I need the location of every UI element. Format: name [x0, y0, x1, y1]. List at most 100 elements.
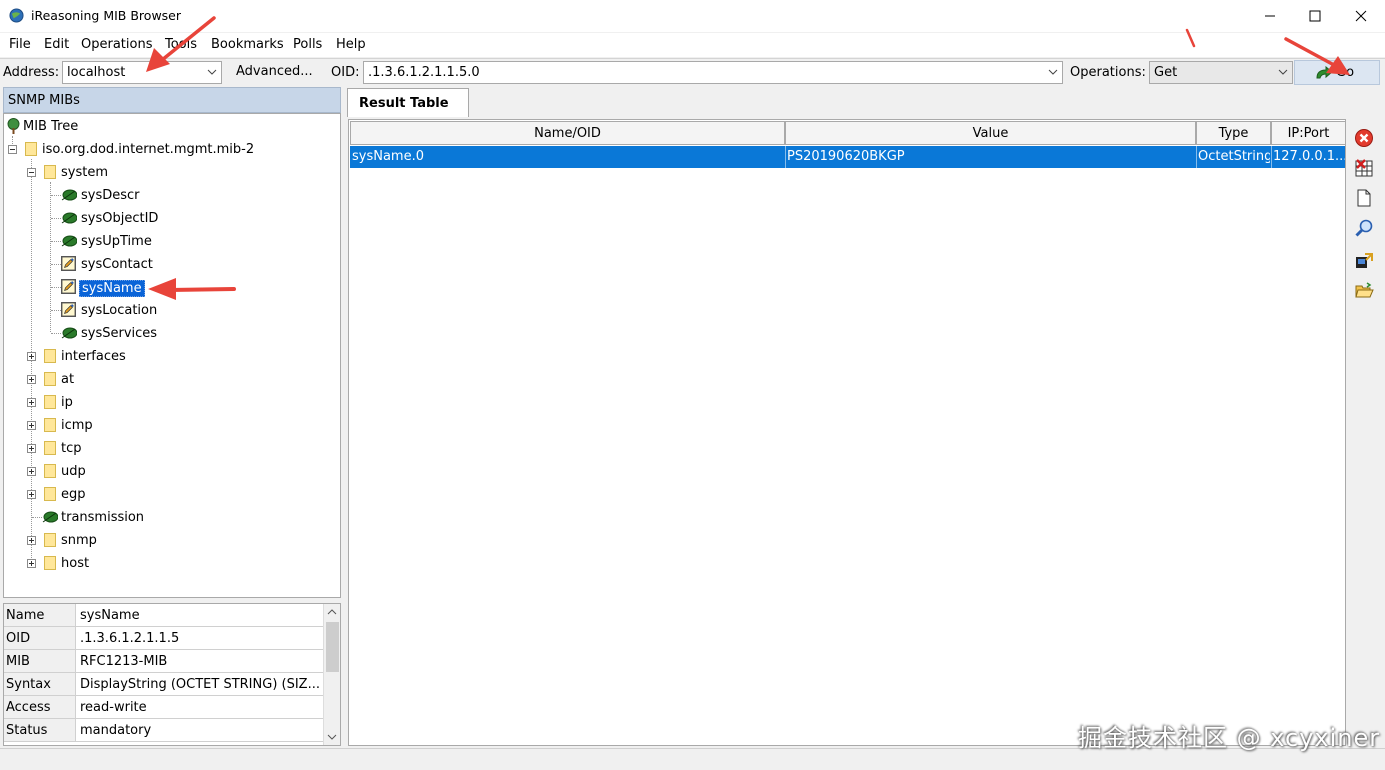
- expand-icon: [27, 559, 36, 568]
- tree-node-sysname[interactable]: sysName: [4, 278, 204, 298]
- folder-icon: [25, 142, 37, 156]
- tree-node-sysdescr[interactable]: sysDescr: [4, 186, 204, 206]
- tab-result-table[interactable]: Result Table: [347, 88, 469, 117]
- tree-node-interfaces[interactable]: interfaces: [4, 347, 204, 367]
- chevron-up-icon: [327, 609, 337, 615]
- folder-icon: [44, 556, 56, 570]
- stop-icon[interactable]: [1354, 128, 1374, 148]
- property-value: DisplayString (OCTET STRING) (SIZ...: [80, 677, 320, 692]
- folder-icon: [44, 165, 56, 179]
- menu-edit[interactable]: Edit: [44, 37, 69, 52]
- column-header-value[interactable]: Value: [785, 121, 1196, 145]
- tree-node-transmission[interactable]: transmission: [4, 508, 204, 528]
- tree-node-sysuptime[interactable]: sysUpTime: [4, 232, 204, 252]
- tree-icon: [7, 118, 20, 134]
- menu-polls[interactable]: Polls: [293, 37, 322, 52]
- address-value: localhost: [67, 65, 126, 80]
- leaf-icon: [61, 327, 77, 339]
- operations-select[interactable]: Get: [1149, 61, 1293, 84]
- properties-scrollbar[interactable]: [323, 604, 340, 745]
- chevron-down-icon: [327, 734, 337, 740]
- column-header-name-oid[interactable]: Name/OID: [350, 121, 785, 145]
- property-value: read-write: [80, 700, 147, 715]
- folder-icon: [44, 349, 56, 363]
- go-arrow-icon: [1316, 66, 1333, 79]
- tree-node-syslocation[interactable]: sysLocation: [4, 301, 204, 321]
- menu-bar: File Edit Operations Tools Bookmarks Pol…: [0, 33, 1385, 57]
- tree-node-icmp[interactable]: icmp: [4, 416, 204, 436]
- tree-node-label: at: [61, 372, 75, 387]
- menu-bookmarks[interactable]: Bookmarks: [211, 37, 284, 52]
- minimize-icon: [1265, 15, 1275, 17]
- scrollbar-thumb[interactable]: [326, 622, 339, 672]
- document-icon[interactable]: [1354, 188, 1374, 208]
- property-value: RFC1213-MIB: [80, 654, 168, 669]
- properties-table[interactable]: Name sysName OID .1.3.6.1.2.1.1.5 MIB RF…: [3, 603, 341, 746]
- column-header-ip-port[interactable]: IP:Port: [1271, 121, 1346, 145]
- tree-node-label: udp: [61, 464, 86, 479]
- property-key: Name: [4, 604, 76, 626]
- tree-node-host[interactable]: host: [4, 554, 204, 574]
- tree-node-at[interactable]: at: [4, 370, 204, 390]
- mib-tree[interactable]: MIB Tree iso.org.dod.internet.mgmt.mib-2…: [3, 113, 341, 598]
- property-value: sysName: [80, 608, 140, 623]
- maximize-button[interactable]: [1292, 0, 1338, 32]
- cell-type: OctetString: [1198, 149, 1270, 164]
- tree-node-syscontact[interactable]: sysContact: [4, 255, 204, 275]
- tree-node-sysobjectid[interactable]: sysObjectID: [4, 209, 204, 229]
- address-combo[interactable]: localhost: [62, 61, 222, 84]
- app-globe-icon: [9, 8, 24, 23]
- tree-node-label: sysLocation: [81, 303, 158, 318]
- cell-ip-port: 127.0.0.1...: [1273, 149, 1345, 164]
- clear-table-icon[interactable]: [1354, 158, 1374, 178]
- menu-help[interactable]: Help: [336, 37, 366, 52]
- menu-operations[interactable]: Operations: [81, 37, 152, 52]
- tree-node-sysservices[interactable]: sysServices: [4, 324, 204, 344]
- tree-node-mib2[interactable]: iso.org.dod.internet.mgmt.mib-2: [4, 140, 304, 160]
- menu-file[interactable]: File: [9, 37, 31, 52]
- tree-node-tcp[interactable]: tcp: [4, 439, 204, 459]
- minimize-button[interactable]: [1247, 0, 1293, 32]
- export-icon[interactable]: [1354, 251, 1374, 271]
- search-icon[interactable]: [1354, 218, 1374, 238]
- close-button[interactable]: [1338, 0, 1384, 32]
- go-label: Go: [1336, 65, 1355, 80]
- tree-node-ip[interactable]: ip: [4, 393, 204, 413]
- cell-separator: [785, 146, 786, 168]
- advanced-button[interactable]: Advanced...: [230, 61, 319, 84]
- watermark: 掘金技术社区 @ xcyxiner: [1078, 724, 1381, 752]
- expand-icon: [27, 352, 36, 361]
- folder-icon: [44, 395, 56, 409]
- leaf-icon: [61, 212, 77, 224]
- tree-root[interactable]: MIB Tree: [4, 117, 204, 137]
- leaf-icon: [61, 189, 77, 201]
- tree-node-label: iso.org.dod.internet.mgmt.mib-2: [42, 142, 255, 157]
- tree-node-snmp[interactable]: snmp: [4, 531, 204, 551]
- tree-node-udp[interactable]: udp: [4, 462, 204, 482]
- menu-tools[interactable]: Tools: [165, 37, 197, 52]
- oid-combo[interactable]: .1.3.6.1.2.1.1.5.0: [363, 61, 1063, 84]
- tree-root-label: MIB Tree: [23, 119, 79, 134]
- column-header-type[interactable]: Type: [1196, 121, 1271, 145]
- writable-pencil-icon: [61, 279, 76, 294]
- operations-value: Get: [1154, 65, 1178, 80]
- close-icon: [1355, 10, 1367, 22]
- go-button[interactable]: Go: [1294, 60, 1380, 85]
- collapse-icon: [8, 145, 17, 154]
- operations-label: Operations:: [1070, 65, 1146, 80]
- tree-node-system[interactable]: system: [4, 163, 204, 183]
- property-key: Access: [4, 696, 76, 718]
- table-row[interactable]: sysName.0 PS20190620BKGP OctetString 127…: [350, 146, 1345, 168]
- tree-node-label: ip: [61, 395, 73, 410]
- maximize-icon: [1309, 10, 1321, 22]
- snmp-mibs-header: SNMP MIBs: [3, 87, 341, 113]
- open-folder-icon[interactable]: [1354, 281, 1374, 301]
- property-row: Access read-write: [4, 696, 323, 719]
- folder-icon: [44, 487, 56, 501]
- tree-node-egp[interactable]: egp: [4, 485, 204, 505]
- result-table[interactable]: Name/OID Value Type IP:Port sysName.0 PS…: [348, 119, 1346, 746]
- result-toolbar: [1348, 119, 1381, 746]
- property-row: Name sysName: [4, 604, 323, 627]
- cell-name-oid: sysName.0: [352, 149, 424, 164]
- chevron-down-icon: [1048, 69, 1058, 75]
